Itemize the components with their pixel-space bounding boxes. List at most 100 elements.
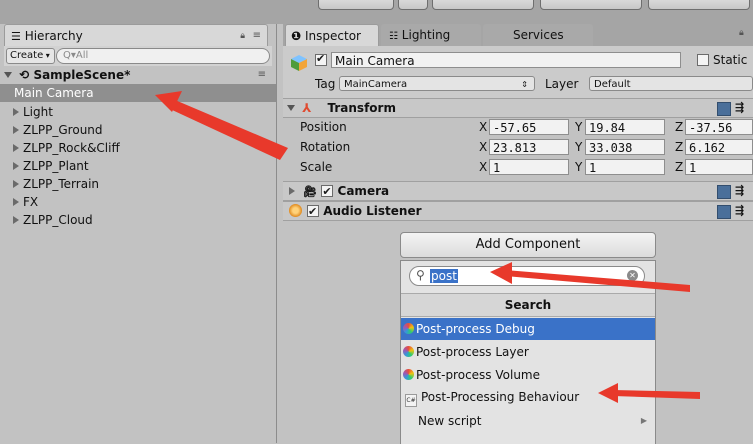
scale-z-field[interactable]: 1 <box>685 159 753 175</box>
scale-x-field[interactable]: 1 <box>489 159 569 175</box>
component-menu-icon[interactable]: ⇶ <box>735 202 744 220</box>
scale-label: Scale <box>300 160 333 174</box>
tab-lighting[interactable]: ☷ Lighting <box>381 24 481 46</box>
audio-listener-enabled-checkbox[interactable] <box>307 203 319 221</box>
tag-label: Tag <box>315 77 336 91</box>
rotation-x-field[interactable]: 23.813 <box>489 139 569 155</box>
add-component-button[interactable]: Add Component <box>400 232 656 258</box>
clear-search-icon[interactable]: ✕ <box>627 270 638 281</box>
scene-name: SampleScene* <box>33 68 131 82</box>
component-menu-icon[interactable]: ⇶ <box>735 99 744 117</box>
layout-dropdown[interactable] <box>648 0 750 10</box>
hierarchy-panel: ☰ Hierarchy 🔒︎ ≡ Create ▾ Q▾All ⟲ Sample… <box>0 24 277 443</box>
scene-row[interactable]: ⟲ SampleScene* ≡ <box>0 66 276 84</box>
lock-icon[interactable]: 🔒︎ <box>240 25 245 47</box>
hierarchy-item-rock-cliff[interactable]: ZLPP_Rock&Cliff <box>0 139 276 157</box>
audio-listener-component-header[interactable]: Audio Listener ⇶ <box>283 201 753 221</box>
expand-arrow-icon[interactable] <box>13 198 19 206</box>
axis-x-label: X <box>479 120 488 134</box>
hierarchy-item-plant[interactable]: ZLPP_Plant <box>0 157 276 175</box>
rotation-z-field[interactable]: 6.162 <box>685 139 753 155</box>
component-menu-icon[interactable]: ⇶ <box>735 182 744 200</box>
field-value: 19.84 <box>589 121 626 135</box>
camera-icon: 🎥︎ <box>303 185 318 198</box>
tab-services[interactable]: Services <box>483 24 593 46</box>
result-post-process-debug[interactable]: Post-process Debug <box>401 318 655 340</box>
scene-menu-icon[interactable]: ≡ <box>258 66 266 84</box>
account-dropdown[interactable] <box>432 0 534 10</box>
tag-value: MainCamera <box>344 79 408 90</box>
result-post-processing-behaviour[interactable]: C# Post-Processing Behaviour <box>401 386 655 408</box>
axis-y-label: Y <box>575 140 583 154</box>
hierarchy-item-cloud[interactable]: ZLPP_Cloud <box>0 211 276 229</box>
hierarchy-item-fx[interactable]: FX <box>0 193 276 211</box>
position-y-field[interactable]: 19.84 <box>585 119 665 135</box>
expand-arrow-icon[interactable] <box>13 180 19 188</box>
tab-hierarchy[interactable]: ☰ Hierarchy 🔒︎ ≡ <box>4 24 268 47</box>
add-component-popup: ⚲ post ✕ Search Post-process Debug Post-… <box>400 260 656 444</box>
position-z-field[interactable]: -37.56 <box>685 119 753 135</box>
hierarchy-item-terrain[interactable]: ZLPP_Terrain <box>0 175 276 193</box>
camera-enabled-checkbox[interactable] <box>321 183 334 201</box>
expand-arrow-icon[interactable] <box>287 105 295 111</box>
hierarchy-item-light[interactable]: Light <box>0 103 276 121</box>
static-label: Static <box>713 53 748 67</box>
audio-listener-icon <box>289 204 302 217</box>
field-value: -37.56 <box>689 121 733 135</box>
rotation-y-field[interactable]: 33.038 <box>585 139 665 155</box>
expand-arrow-icon[interactable] <box>13 108 19 116</box>
lighting-icon: ☷ <box>389 31 398 42</box>
result-new-script[interactable]: New script ▶ <box>401 410 655 432</box>
transform-header[interactable]: ⅄ Transform ⇶ <box>283 98 753 118</box>
camera-component-header[interactable]: 🎥︎ Camera ⇶ <box>283 181 753 201</box>
tab-inspector[interactable]: ❶ Inspector <box>285 24 379 47</box>
position-x-field[interactable]: -57.65 <box>489 119 569 135</box>
expand-arrow-icon[interactable] <box>289 187 295 195</box>
scale-y-field[interactable]: 1 <box>585 159 665 175</box>
component-search-input[interactable]: ⚲ post ✕ <box>409 266 645 286</box>
panel-menu-icon[interactable]: ≡ <box>253 25 261 47</box>
hierarchy-search-input[interactable]: Q▾All <box>56 48 270 64</box>
result-post-process-volume[interactable]: Post-process Volume <box>401 364 655 386</box>
expand-arrow-icon[interactable] <box>13 162 19 170</box>
toolbar-button[interactable] <box>318 0 394 10</box>
create-button[interactable]: Create ▾ <box>6 48 55 64</box>
result-label: Post-process Layer <box>416 345 529 359</box>
field-value: -57.65 <box>493 121 537 135</box>
rotation-label: Rotation <box>300 140 351 154</box>
result-label: New script <box>418 414 482 428</box>
field-value: 1 <box>493 161 501 175</box>
transform-axes-icon: ⅄ <box>302 101 312 115</box>
object-name-field[interactable]: Main Camera <box>331 52 681 68</box>
hierarchy-item-label: Light <box>23 105 53 119</box>
static-checkbox[interactable] <box>697 54 709 66</box>
toolbar-button[interactable] <box>398 0 428 10</box>
help-book-icon[interactable] <box>717 205 731 219</box>
layers-dropdown[interactable] <box>540 0 642 10</box>
component-title: Audio Listener <box>323 204 422 218</box>
hierarchy-item-label: FX <box>23 195 39 209</box>
expand-arrow-icon[interactable] <box>4 72 12 78</box>
active-checkbox[interactable] <box>315 52 327 66</box>
hierarchy-item-main-camera[interactable]: Main Camera <box>0 84 276 102</box>
unity-scene-icon: ⟲ <box>19 68 30 82</box>
layer-dropdown[interactable]: Default <box>589 76 753 91</box>
tab-label: Services <box>513 28 564 42</box>
hierarchy-item-ground[interactable]: ZLPP_Ground <box>0 121 276 139</box>
hierarchy-item-label: ZLPP_Rock&Cliff <box>23 141 120 155</box>
help-book-icon[interactable] <box>717 185 731 199</box>
hierarchy-item-label: ZLPP_Terrain <box>23 177 100 191</box>
expand-arrow-icon[interactable] <box>13 216 19 224</box>
submenu-arrow-icon: ▶ <box>640 416 647 425</box>
tab-label: Lighting <box>401 28 451 42</box>
tag-dropdown[interactable]: MainCamera ⇕ <box>339 76 535 91</box>
field-value: 1 <box>689 161 697 175</box>
tab-label: Inspector <box>305 29 361 43</box>
info-icon: ❶ <box>291 29 302 43</box>
lock-icon[interactable]: 🔒︎ <box>739 28 744 38</box>
expand-arrow-icon[interactable] <box>13 144 19 152</box>
expand-arrow-icon[interactable] <box>13 126 19 134</box>
color-wheel-icon <box>403 369 414 380</box>
result-post-process-layer[interactable]: Post-process Layer <box>401 341 655 363</box>
help-book-icon[interactable] <box>717 102 731 116</box>
